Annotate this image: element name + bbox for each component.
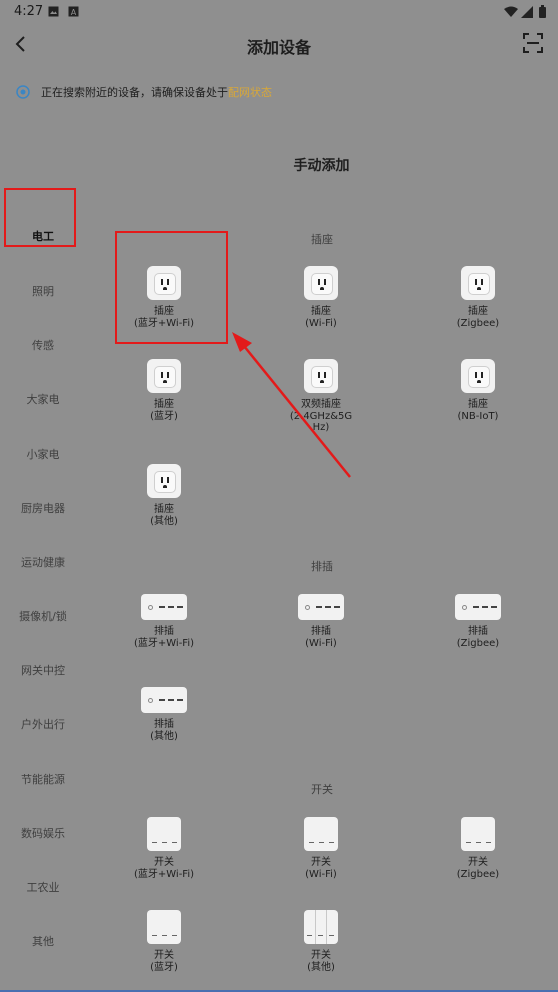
annotation-arrow (232, 332, 351, 478)
